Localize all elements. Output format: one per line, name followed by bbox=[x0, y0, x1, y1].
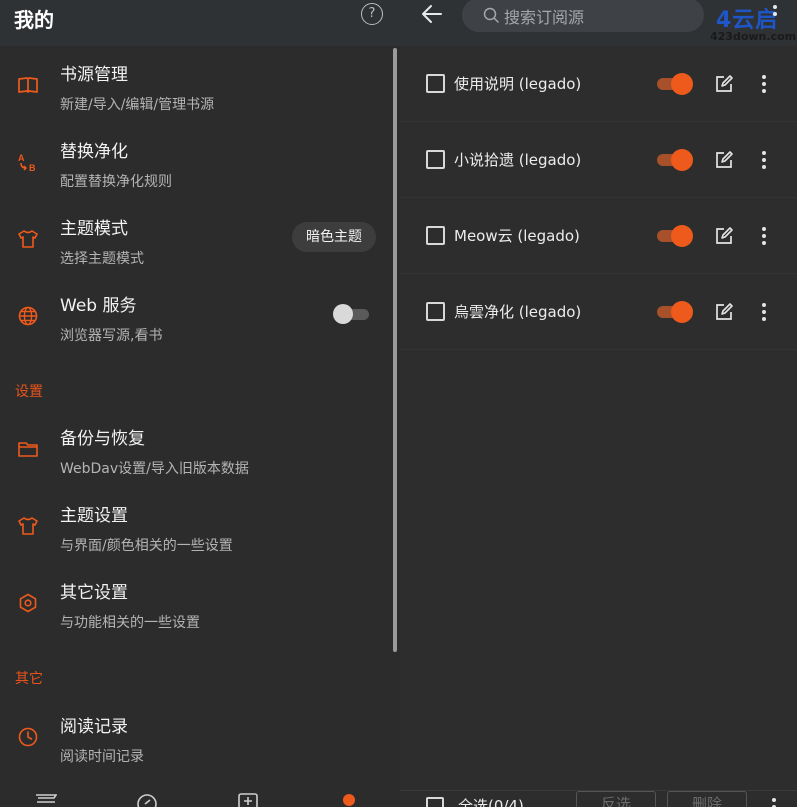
row-checkbox[interactable] bbox=[426, 302, 445, 321]
help-icon[interactable]: ? bbox=[361, 3, 383, 25]
delete-button[interactable]: 删除 bbox=[667, 791, 747, 807]
row-checkbox[interactable] bbox=[426, 226, 445, 245]
row-checkbox[interactable] bbox=[426, 150, 445, 169]
edit-icon[interactable] bbox=[714, 226, 734, 246]
menu-item-theme-settings[interactable]: 主题设置 与界面/颜色相关的一些设置 bbox=[0, 490, 396, 567]
section-label-other: 其它 bbox=[15, 671, 43, 687]
menu-item-subtitle: 浏览器写源,看书 bbox=[60, 328, 163, 344]
edit-icon[interactable] bbox=[714, 150, 734, 170]
my-profile-icon[interactable] bbox=[338, 792, 360, 807]
rss-add-icon[interactable] bbox=[237, 792, 259, 807]
svg-text:B: B bbox=[29, 163, 36, 173]
search-icon bbox=[483, 7, 499, 23]
replace-ab-icon: A B bbox=[18, 153, 36, 173]
svg-text:A: A bbox=[18, 153, 25, 163]
site-watermark: 4云启 423down.com bbox=[708, 2, 797, 46]
search-input[interactable]: 搜索订阅源 bbox=[462, 0, 704, 32]
toggle-thumb bbox=[333, 304, 353, 324]
row-name: 使用说明 (legado) bbox=[454, 75, 582, 93]
menu-item-backup[interactable]: 备份与恢复 WebDav设置/导入旧版本数据 bbox=[0, 413, 396, 490]
search-placeholder: 搜索订阅源 bbox=[504, 8, 585, 27]
menu-item-subtitle: 选择主题模式 bbox=[60, 251, 144, 267]
menu-item-book-source[interactable]: 书源管理 新建/导入/编辑/管理书源 bbox=[0, 49, 396, 126]
row-enable-toggle[interactable] bbox=[657, 300, 695, 324]
more-vertical-icon[interactable] bbox=[761, 150, 767, 170]
app-root: 我的 ? 书源管理 新建/导入/编辑/管理书源 A B 替换净化 配置替换净化规… bbox=[0, 0, 797, 807]
more-vertical-icon[interactable] bbox=[761, 302, 767, 322]
menu-item-read-record[interactable]: 阅读记录 阅读时间记录 bbox=[0, 701, 396, 778]
menu-item-subtitle: 阅读时间记录 bbox=[60, 749, 144, 765]
menu-item-subtitle: 新建/导入/编辑/管理书源 bbox=[60, 97, 215, 113]
menu-item-title: Web 服务 bbox=[60, 296, 137, 316]
web-service-toggle[interactable] bbox=[333, 303, 369, 325]
back-arrow-icon[interactable] bbox=[420, 3, 444, 25]
invert-selection-button[interactable]: 反选 bbox=[576, 791, 656, 807]
row-enable-toggle[interactable] bbox=[657, 148, 695, 172]
menu-item-title: 阅读记录 bbox=[60, 717, 128, 737]
row-enable-toggle[interactable] bbox=[657, 224, 695, 248]
bottom-nav bbox=[0, 778, 400, 807]
menu-item-title: 书源管理 bbox=[60, 65, 128, 85]
menu-item-subtitle: WebDav设置/导入旧版本数据 bbox=[60, 461, 249, 477]
more-vertical-icon[interactable] bbox=[771, 4, 779, 24]
bookshelf-icon[interactable] bbox=[35, 792, 57, 807]
tshirt-icon bbox=[18, 517, 38, 535]
select-all-label: 全选(0/4) bbox=[458, 797, 524, 807]
menu-item-title: 其它设置 bbox=[60, 583, 128, 603]
toggle-thumb bbox=[671, 149, 693, 171]
menu-item-subtitle: 配置替换净化规则 bbox=[60, 174, 172, 190]
edit-icon[interactable] bbox=[714, 74, 734, 94]
subscription-row[interactable]: 烏雲净化 (legado) bbox=[400, 274, 797, 350]
folder-icon bbox=[18, 442, 38, 457]
subscription-header: 搜索订阅源 4云启 423down.com bbox=[400, 0, 797, 46]
my-page-header: 我的 ? bbox=[0, 0, 400, 46]
subscription-row[interactable]: 小说拾遗 (legado) bbox=[400, 122, 797, 198]
clock-icon bbox=[18, 727, 38, 747]
more-vertical-icon[interactable] bbox=[771, 797, 777, 807]
section-label-settings: 设置 bbox=[15, 384, 43, 400]
page-title: 我的 bbox=[14, 8, 54, 32]
menu-item-other-settings[interactable]: 其它设置 与功能相关的一些设置 bbox=[0, 567, 396, 644]
select-all-checkbox[interactable] bbox=[426, 797, 444, 807]
menu-item-title: 主题模式 bbox=[60, 219, 128, 239]
row-name: 烏雲净化 (legado) bbox=[454, 303, 582, 321]
menu-item-replace[interactable]: A B 替换净化 配置替换净化规则 bbox=[0, 126, 396, 203]
book-icon bbox=[18, 77, 38, 93]
my-page: 我的 ? 书源管理 新建/导入/编辑/管理书源 A B 替换净化 配置替换净化规… bbox=[0, 0, 400, 807]
menu-item-subtitle: 与功能相关的一些设置 bbox=[60, 615, 200, 631]
menu-item-title: 主题设置 bbox=[60, 506, 128, 526]
toggle-thumb bbox=[671, 225, 693, 247]
subscription-row[interactable]: Meow云 (legado) bbox=[400, 198, 797, 274]
tshirt-icon bbox=[18, 230, 38, 248]
toggle-thumb bbox=[671, 301, 693, 323]
more-vertical-icon[interactable] bbox=[761, 226, 767, 246]
theme-mode-chip[interactable]: 暗色主题 bbox=[292, 222, 376, 252]
row-checkbox[interactable] bbox=[426, 74, 445, 93]
row-enable-toggle[interactable] bbox=[657, 72, 695, 96]
menu-item-title: 备份与恢复 bbox=[60, 429, 145, 449]
row-name: Meow云 (legado) bbox=[454, 227, 580, 245]
selection-footer: 全选(0/4) 反选 删除 bbox=[400, 790, 797, 807]
scrollbar[interactable] bbox=[393, 48, 397, 652]
compass-icon[interactable] bbox=[136, 792, 158, 807]
toggle-thumb bbox=[671, 73, 693, 95]
edit-icon[interactable] bbox=[714, 302, 734, 322]
more-vertical-icon[interactable] bbox=[761, 74, 767, 94]
row-name: 小说拾遗 (legado) bbox=[454, 151, 582, 169]
globe-icon bbox=[18, 306, 38, 326]
watermark-url: 423down.com bbox=[710, 30, 797, 43]
menu-item-subtitle: 与界面/颜色相关的一些设置 bbox=[60, 538, 233, 554]
hexagon-settings-icon bbox=[19, 593, 37, 613]
subscription-row[interactable]: 使用说明 (legado) bbox=[400, 46, 797, 122]
menu-item-title: 替换净化 bbox=[60, 142, 128, 162]
subscription-manager: 搜索订阅源 4云启 423down.com 使用说明 (legado) 小说拾遗… bbox=[400, 0, 797, 807]
